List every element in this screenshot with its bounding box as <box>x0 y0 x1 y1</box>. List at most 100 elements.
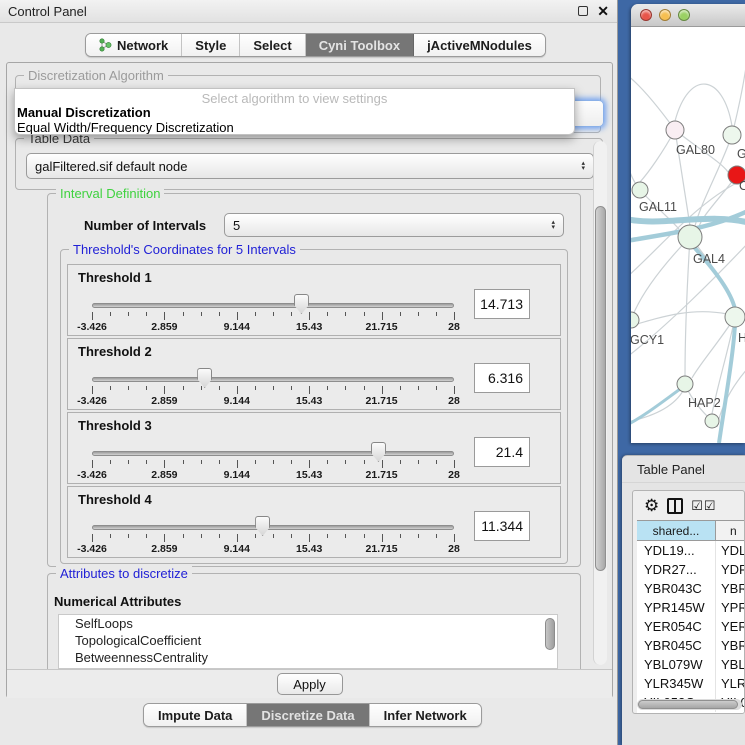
network-node[interactable] <box>666 121 684 139</box>
network-node-label: HAP2 <box>688 396 721 410</box>
cell-shared-name[interactable]: YLR345W <box>637 674 716 693</box>
table-row[interactable]: YBL079WYBL0 <box>637 655 745 674</box>
tab-cyni-toolbox[interactable]: Cyni Toolbox <box>306 34 414 56</box>
tick-mark <box>291 534 292 538</box>
network-node[interactable] <box>678 225 702 249</box>
table-row[interactable]: YBR043CYBR0 <box>637 579 745 598</box>
network-node[interactable] <box>725 307 745 327</box>
slider-handle[interactable] <box>371 442 386 462</box>
list-scrollbar[interactable] <box>545 618 555 650</box>
slider-track[interactable] <box>92 451 454 456</box>
tick-mark <box>164 534 165 542</box>
tick-mark <box>110 312 111 316</box>
network-node[interactable] <box>632 182 648 198</box>
attribute-list-item[interactable]: BetweennessCentrality <box>59 649 557 666</box>
checkbox-icons[interactable]: ☑☑ <box>691 498 716 514</box>
tab-impute-data[interactable]: Impute Data <box>144 704 247 726</box>
cell-name[interactable]: YLR3 <box>716 674 745 693</box>
tick-label: -3.426 <box>77 543 107 555</box>
minimize-traffic-light-icon[interactable] <box>659 9 671 21</box>
network-node[interactable] <box>677 376 693 392</box>
tick-label: 28 <box>448 321 460 333</box>
tick-label: -3.426 <box>77 321 107 333</box>
apply-button[interactable]: Apply <box>277 673 343 695</box>
network-canvas[interactable]: GAL80GCGAL11GAL4GCY1HHAP2 <box>631 27 745 443</box>
cell-name[interactable]: YDR2 <box>716 560 745 579</box>
slider-handle[interactable] <box>294 294 309 314</box>
zoom-traffic-light-icon[interactable] <box>678 9 690 21</box>
cell-name[interactable]: YDL1 <box>716 541 745 560</box>
network-node-label: GAL4 <box>693 252 725 266</box>
table-row[interactable]: YER054CYER0 <box>637 617 745 636</box>
tick-mark <box>183 386 184 390</box>
slider-handle[interactable] <box>197 368 212 388</box>
cell-shared-name[interactable]: YBR045C <box>637 636 716 655</box>
table-horizontal-scrollbar[interactable] <box>637 699 742 710</box>
slider-handle[interactable] <box>255 516 270 536</box>
close-traffic-light-icon[interactable] <box>640 9 652 21</box>
threshold-3-value[interactable]: 21.4 <box>474 437 530 467</box>
cell-name[interactable]: YBR0 <box>716 579 745 598</box>
network-view-window: GAL80GCGAL11GAL4GCY1HHAP2 <box>631 4 745 443</box>
cell-shared-name[interactable]: YPR145W <box>637 598 716 617</box>
table-hscrollbar-thumb[interactable] <box>638 700 738 709</box>
tab-jactivemnodules[interactable]: jActiveMNodules <box>414 34 545 56</box>
tick-mark <box>255 534 256 538</box>
slider-track[interactable] <box>92 303 454 308</box>
tab-network[interactable]: Network <box>86 34 182 56</box>
close-icon[interactable]: ✕ <box>597 6 609 16</box>
tick-mark <box>164 312 165 320</box>
network-node-label: H <box>738 331 745 345</box>
dropdown-option-equal-width[interactable]: Equal Width/Frequency Discretization <box>17 120 234 135</box>
column-layout-icon[interactable] <box>667 498 683 514</box>
cell-shared-name[interactable]: YBL079W <box>637 655 716 674</box>
tab-select[interactable]: Select <box>240 34 305 56</box>
tab-network-label: Network <box>117 38 168 53</box>
cyni-toolbox-panel: Discretization Algorithm Select algorith… <box>6 62 613 698</box>
tick-mark <box>309 386 310 394</box>
column-header-shared-name[interactable]: shared... <box>637 521 716 540</box>
tick-mark <box>128 534 129 538</box>
table-data-combobox[interactable]: galFiltered.sif default node ▴▾ <box>26 153 594 179</box>
tick-mark <box>436 312 437 316</box>
tick-mark <box>454 534 455 542</box>
slider-track[interactable] <box>92 377 454 382</box>
attribute-list-item[interactable]: SelfLoops <box>59 615 557 632</box>
column-header-name[interactable]: n <box>716 521 745 540</box>
network-node[interactable] <box>723 126 741 144</box>
dropdown-option-manual[interactable]: Manual Discretization <box>17 105 151 120</box>
attribute-list-item[interactable]: TopologicalCoefficient <box>59 632 557 649</box>
cell-shared-name[interactable]: YER054C <box>637 617 716 636</box>
tab-infer-network[interactable]: Infer Network <box>370 704 481 726</box>
cell-name[interactable]: YBL0 <box>716 655 745 674</box>
gear-icon[interactable]: ⚙ <box>644 497 659 514</box>
table-row[interactable]: YDL19...YDL1 <box>637 541 745 560</box>
cell-name[interactable]: YPR1 <box>716 598 745 617</box>
network-node[interactable] <box>631 312 639 328</box>
cell-name[interactable]: YER0 <box>716 617 745 636</box>
threshold-2-value[interactable]: 6.316 <box>474 363 530 393</box>
tick-mark <box>364 312 365 316</box>
tab-style[interactable]: Style <box>182 34 240 56</box>
number-of-intervals-combobox[interactable]: 5 ▴▾ <box>224 213 564 237</box>
tab-discretize-data[interactable]: Discretize Data <box>247 704 369 726</box>
cell-shared-name[interactable]: YBR043C <box>637 579 716 598</box>
threshold-1-value[interactable]: 14.713 <box>474 289 530 319</box>
network-node[interactable] <box>705 414 719 428</box>
table-row[interactable]: YPR145WYPR1 <box>637 598 745 617</box>
network-node-label: G <box>737 147 745 161</box>
panel-scrollbar[interactable] <box>593 141 607 665</box>
table-row[interactable]: YLR345WYLR3 <box>637 674 745 693</box>
threshold-4-value[interactable]: 11.344 <box>474 511 530 541</box>
float-window-icon[interactable] <box>578 6 588 16</box>
tick-mark <box>201 534 202 538</box>
cell-name[interactable]: YBR0 <box>716 636 745 655</box>
slider-track[interactable] <box>92 525 454 530</box>
panel-scrollbar-thumb[interactable] <box>595 206 606 571</box>
cell-shared-name[interactable]: YDL19... <box>637 541 716 560</box>
table-row[interactable]: YBR045CYBR0 <box>637 636 745 655</box>
tick-label: 15.43 <box>296 543 322 555</box>
table-row[interactable]: YDR27...YDR2 <box>637 560 745 579</box>
tick-label: 21.715 <box>366 395 398 407</box>
cell-shared-name[interactable]: YDR27... <box>637 560 716 579</box>
